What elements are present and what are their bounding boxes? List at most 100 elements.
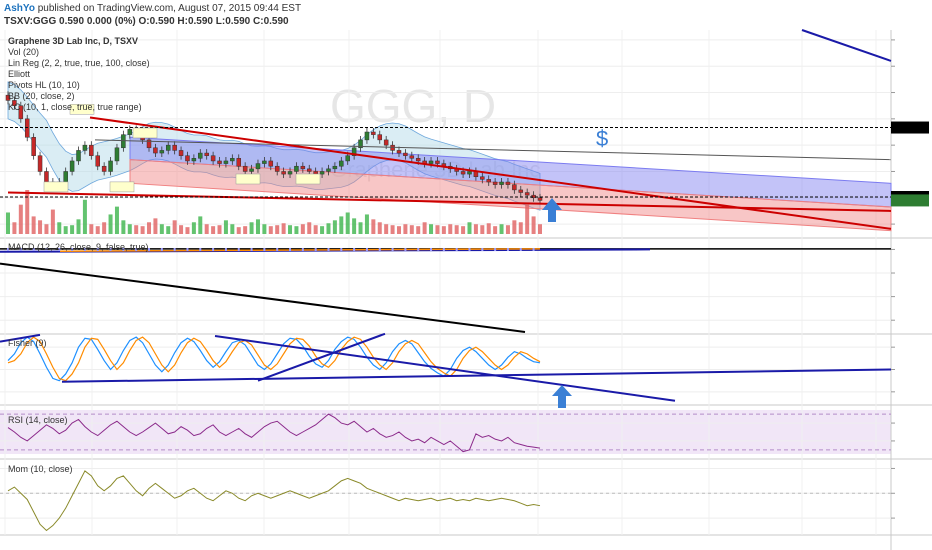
macd-histogram-bar [314,248,317,252]
volume-bar [377,222,382,234]
volume-bar [249,222,254,234]
volume-bar [166,226,171,234]
macd-pane-title[interactable]: MACD (12, 26, close, 9, false, true) [8,242,149,252]
candle-body [319,171,325,175]
published-text: published on TradingView.com, August 07,… [35,3,301,14]
volume-bar [275,225,280,234]
candle-body [409,155,415,159]
candle-body [467,171,472,175]
candle-body [524,192,530,196]
candle-body [121,134,126,149]
candle-body [518,189,524,193]
candle-body [172,144,177,151]
candle-body [165,144,171,151]
candle-body [89,144,94,156]
macd-histogram-bar [160,248,163,252]
macd-histogram-bar [212,248,215,252]
volume-bar [525,204,530,234]
last-price-tag [891,194,929,207]
indicator-label-kc[interactable]: KC (10, 1, close, true, true range) [8,102,142,112]
candle-body [403,152,408,156]
candle-body [313,171,318,175]
macd-histogram-bar [468,248,471,252]
candle-body [332,165,338,170]
macd-histogram-bar [224,248,227,252]
candle-body [486,179,491,183]
candle-body [499,181,504,185]
volume-bar [454,225,459,234]
candle-body [294,165,299,172]
volume-bar [499,224,504,234]
dollar-annotation: $ [596,126,608,151]
price-pane-title[interactable]: Graphene 3D Lab Inc, D, TSXV [8,36,138,46]
volume-bar [57,222,62,234]
volume-bar [262,224,267,234]
mom-pane-title[interactable]: Mom (10, close) [8,464,73,474]
volume-bar [140,226,145,234]
volume-bar [211,226,216,234]
candle-body [230,158,235,162]
volume-bar [76,219,81,234]
chart-header: AshYo published on TradingView.com, Augu… [4,3,301,27]
candle-body [492,181,498,185]
indicator-label-elliott[interactable]: Elliott [8,69,31,79]
candle-body [307,168,312,172]
candle-body [435,160,440,164]
volume-bar [172,220,177,234]
candle-body [480,176,485,180]
indicator-label-vol[interactable]: Vol (20) [8,47,39,57]
volume-bar [294,226,299,234]
volume-bar [307,222,312,234]
volume-bar [384,224,389,234]
volume-bar [223,220,228,234]
volume-bar [352,218,357,234]
candle-body [127,129,133,135]
candle-body [108,160,113,172]
pivot-label-box [235,173,261,185]
volume-bar [95,226,100,234]
volume-bar [473,224,478,234]
macd-histogram-bar [532,248,535,252]
candle-body [204,152,209,156]
macd-histogram-bar [289,248,292,252]
macd-histogram-bar [173,248,176,252]
macd-histogram-bar [353,248,356,252]
indicator-label-linreg[interactable]: Lin Reg (2, 2, true, true, 100, close) [8,58,150,68]
volume-bar [332,220,337,234]
macd-histogram-bar [417,248,420,252]
candle-body [37,155,43,172]
volume-bar [191,222,196,234]
fisher-pane-title[interactable]: Fisher (9) [8,338,47,348]
candle-body [76,150,81,162]
trading-chart[interactable]: AshYo published on TradingView.com, Augu… [0,0,932,550]
candle-body [114,147,120,162]
indicator-label-pivots[interactable]: Pivots HL (10, 10) [8,80,80,90]
candle-body [268,160,274,167]
volume-bar [441,226,446,234]
macd-histogram-bar [327,248,330,252]
candle-body [44,171,49,183]
pivot-label-box [109,181,135,193]
candle-body [159,150,165,154]
author-name[interactable]: AshYo [4,3,35,14]
volume-bar [364,214,369,234]
volume-bar [18,204,23,234]
svg-text:AshYo published on TradingView: AshYo published on TradingView.com, Augu… [4,3,301,14]
volume-bar [493,226,498,234]
candle-body [217,160,222,164]
volume-bar [288,225,293,234]
indicator-label-bb[interactable]: BB (20, close, 2) [8,91,75,101]
candle-body [63,171,68,183]
pivot-label-box [132,127,158,139]
rsi-pane-title[interactable]: RSI (14, close) [8,415,68,425]
volume-bar [198,216,203,234]
price-level-tag [891,121,929,134]
volume-bar [153,218,158,234]
volume-bar [243,226,248,234]
volume-bar [326,223,331,234]
candle-body [249,168,254,172]
volume-bar [12,222,17,234]
volume-bar [486,223,491,234]
candle-body [198,152,203,159]
candle-body [210,155,216,162]
